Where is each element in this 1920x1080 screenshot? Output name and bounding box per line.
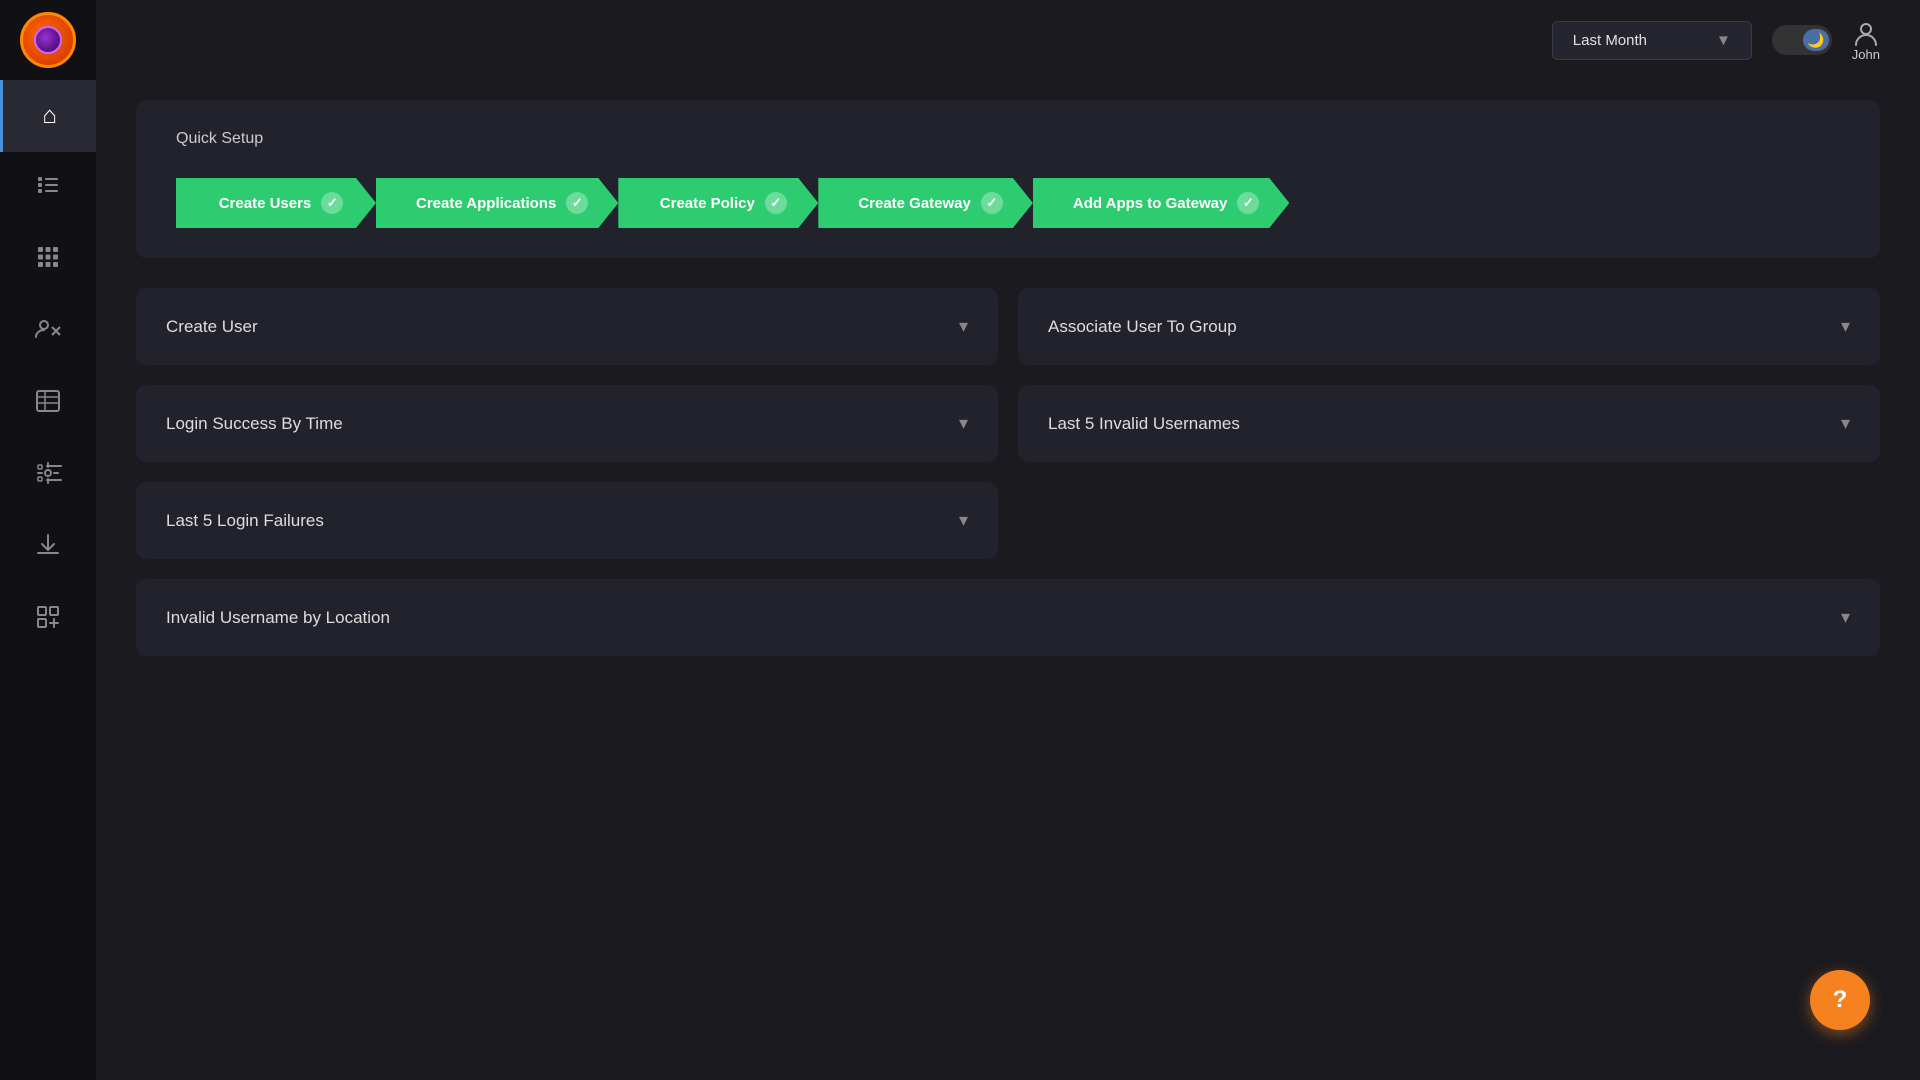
quick-setup-title: Quick Setup	[176, 130, 1840, 148]
app-logo[interactable]	[20, 12, 76, 68]
add-grid-icon	[34, 603, 62, 638]
login-success-panel: Login Success By Time ▾	[136, 385, 998, 462]
sidebar-item-grid[interactable]	[0, 224, 96, 296]
sidebar-item-add-grid[interactable]	[0, 584, 96, 656]
login-failures-header[interactable]: Last 5 Login Failures ▾	[136, 482, 998, 559]
step-create-users-label: Create Users	[219, 195, 312, 212]
login-failures-panel: Last 5 Login Failures ▾	[136, 482, 998, 559]
step-create-applications-label: Create Applications	[416, 195, 556, 212]
list-icon	[34, 171, 62, 206]
sidebar: ⌂	[0, 0, 96, 1080]
user-name: John	[1852, 47, 1880, 62]
step-create-gateway-label: Create Gateway	[858, 195, 971, 212]
invalid-location-header[interactable]: Invalid Username by Location ▾	[136, 579, 1880, 656]
create-user-title: Create User	[166, 317, 258, 337]
sidebar-logo	[0, 0, 96, 80]
step-create-applications-check: ✓	[566, 192, 588, 214]
associate-user-header[interactable]: Associate User To Group ▾	[1018, 288, 1880, 365]
page-content: Quick Setup Create Users ✓ Create Applic…	[96, 80, 1920, 1080]
invalid-usernames-header[interactable]: Last 5 Invalid Usernames ▾	[1018, 385, 1880, 462]
invalid-usernames-chevron-icon: ▾	[1841, 413, 1850, 434]
user-avatar-icon	[1852, 19, 1880, 47]
sidebar-item-table[interactable]	[0, 368, 96, 440]
sidebar-item-list[interactable]	[0, 152, 96, 224]
step-create-gateway-check: ✓	[981, 192, 1003, 214]
create-user-chevron-icon: ▾	[959, 316, 968, 337]
step-create-policy-check: ✓	[765, 192, 787, 214]
step-add-apps-label: Add Apps to Gateway	[1073, 195, 1227, 212]
sidebar-nav: ⌂	[0, 80, 96, 656]
login-failures-title: Last 5 Login Failures	[166, 511, 324, 531]
associate-user-panel: Associate User To Group ▾	[1018, 288, 1880, 365]
login-success-chevron-icon: ▾	[959, 413, 968, 434]
invalid-location-panel: Invalid Username by Location ▾	[136, 579, 1880, 656]
step-create-gateway[interactable]: Create Gateway ✓	[818, 178, 1033, 228]
steps-row: Create Users ✓ Create Applications ✓ Cre…	[176, 178, 1840, 228]
table-icon	[34, 387, 62, 422]
login-failures-chevron-icon: ▾	[959, 510, 968, 531]
theme-toggle[interactable]: 🌙	[1772, 25, 1832, 55]
associate-user-chevron-icon: ▾	[1841, 316, 1850, 337]
topbar: Last Month ▼ 🌙 John	[96, 0, 1920, 80]
bottom-panels-row: Last 5 Login Failures ▾	[136, 482, 1880, 559]
step-create-users[interactable]: Create Users ✓	[176, 178, 376, 228]
step-add-apps-to-gateway[interactable]: Add Apps to Gateway ✓	[1033, 178, 1289, 228]
step-create-policy[interactable]: Create Policy ✓	[618, 178, 818, 228]
create-user-panel: Create User ▾	[136, 288, 998, 365]
invalid-location-chevron-icon: ▾	[1841, 607, 1850, 628]
users-icon	[34, 315, 62, 350]
invalid-usernames-title: Last 5 Invalid Usernames	[1048, 414, 1240, 434]
top-panels-row: Create User ▾ Associate User To Group ▾	[136, 288, 1880, 365]
help-icon: ?	[1833, 986, 1848, 1014]
time-filter-dropdown[interactable]: Last Month ▼	[1552, 21, 1752, 60]
main-content: Last Month ▼ 🌙 John Quick Setup	[96, 0, 1920, 1080]
quick-setup-panel: Quick Setup Create Users ✓ Create Applic…	[136, 100, 1880, 258]
time-filter-label: Last Month	[1573, 32, 1647, 49]
step-create-applications[interactable]: Create Applications ✓	[376, 178, 618, 228]
empty-bottom-right	[1018, 482, 1880, 559]
topbar-right: Last Month ▼ 🌙 John	[1552, 19, 1880, 62]
dropdown-chevron-icon: ▼	[1716, 32, 1731, 49]
step-create-users-check: ✓	[321, 192, 343, 214]
grid-icon	[34, 243, 62, 278]
invalid-location-title: Invalid Username by Location	[166, 608, 390, 628]
associate-user-title: Associate User To Group	[1048, 317, 1237, 337]
help-fab[interactable]: ?	[1810, 970, 1870, 1030]
user-avatar[interactable]: John	[1852, 19, 1880, 62]
sidebar-item-settings[interactable]	[0, 440, 96, 512]
step-create-policy-label: Create Policy	[660, 195, 755, 212]
middle-panels-row: Login Success By Time ▾ Last 5 Invalid U…	[136, 385, 1880, 462]
sidebar-item-download[interactable]	[0, 512, 96, 584]
theme-knob: 🌙	[1803, 29, 1829, 51]
step-add-apps-check: ✓	[1237, 192, 1259, 214]
sidebar-item-users[interactable]	[0, 296, 96, 368]
logo-inner	[34, 26, 62, 54]
download-icon	[34, 531, 62, 566]
invalid-usernames-panel: Last 5 Invalid Usernames ▾	[1018, 385, 1880, 462]
create-user-header[interactable]: Create User ▾	[136, 288, 998, 365]
home-icon: ⌂	[42, 102, 57, 130]
login-success-title: Login Success By Time	[166, 414, 343, 434]
settings-icon	[34, 459, 62, 494]
sidebar-item-home[interactable]: ⌂	[0, 80, 96, 152]
login-success-header[interactable]: Login Success By Time ▾	[136, 385, 998, 462]
